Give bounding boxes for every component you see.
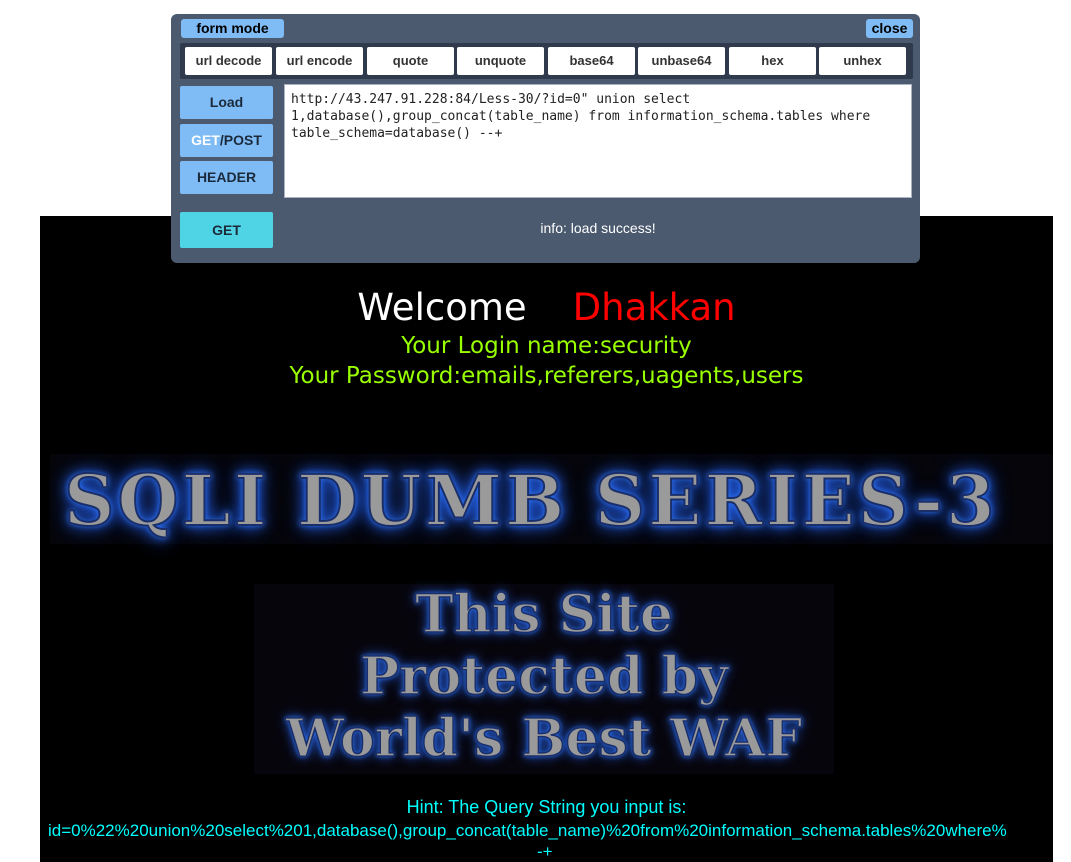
send-get-button[interactable]: GET [180, 212, 273, 248]
hint-query-tail: -+ [537, 842, 553, 861]
encoding-toolbar: url decode url encode quote unquote base… [180, 43, 913, 79]
waf-image: This Site Protected by World's Best WAF [254, 583, 834, 774]
unbase64-button[interactable]: unbase64 [638, 47, 725, 75]
close-button[interactable]: close [866, 19, 913, 38]
series-banner: SQLI DUMB SERIES-3 [50, 454, 1053, 544]
waf-line-1: This Site [414, 583, 674, 646]
quote-button[interactable]: quote [367, 47, 454, 75]
hint-query: id=0%22%20union%20select%201,database(),… [48, 821, 1007, 840]
welcome-heading: Welcome Dhakkan [40, 286, 1053, 329]
url-decode-button[interactable]: url decode [185, 47, 272, 75]
hackbar-panel: form mode close url decode url encode qu… [171, 14, 920, 263]
hint-title: Hint: The Query String you input is: [406, 797, 687, 817]
welcome-name: Dhakkan [572, 286, 736, 329]
form-mode-button[interactable]: form mode [181, 19, 284, 38]
waf-line-3: World's Best WAF [285, 707, 803, 770]
get-post-get-part: GET [191, 132, 220, 148]
login-name-line: Your Login name:security [401, 333, 692, 359]
url-textarea[interactable]: http://43.247.91.228:84/Less-30/?id=0" u… [284, 84, 912, 198]
welcome-text: Welcome [357, 286, 527, 329]
load-button[interactable]: Load [180, 86, 273, 119]
get-post-post-part: /POST [219, 132, 262, 148]
base64-button[interactable]: base64 [548, 47, 635, 75]
unquote-button[interactable]: unquote [457, 47, 544, 75]
url-encode-button[interactable]: url encode [276, 47, 363, 75]
unhex-button[interactable]: unhex [819, 47, 906, 75]
header-button[interactable]: HEADER [180, 161, 273, 194]
get-post-toggle[interactable]: GET/POST [180, 124, 273, 157]
password-line: Your Password:emails,referers,uagents,us… [289, 363, 804, 389]
sqli-lab-page: Welcome Dhakkan Your Login name:security … [40, 216, 1053, 862]
hex-button[interactable]: hex [729, 47, 816, 75]
status-info: info: load success! [540, 220, 656, 236]
waf-line-2: Protected by [359, 645, 729, 708]
series-banner-text: SQLI DUMB SERIES-3 [63, 458, 998, 543]
